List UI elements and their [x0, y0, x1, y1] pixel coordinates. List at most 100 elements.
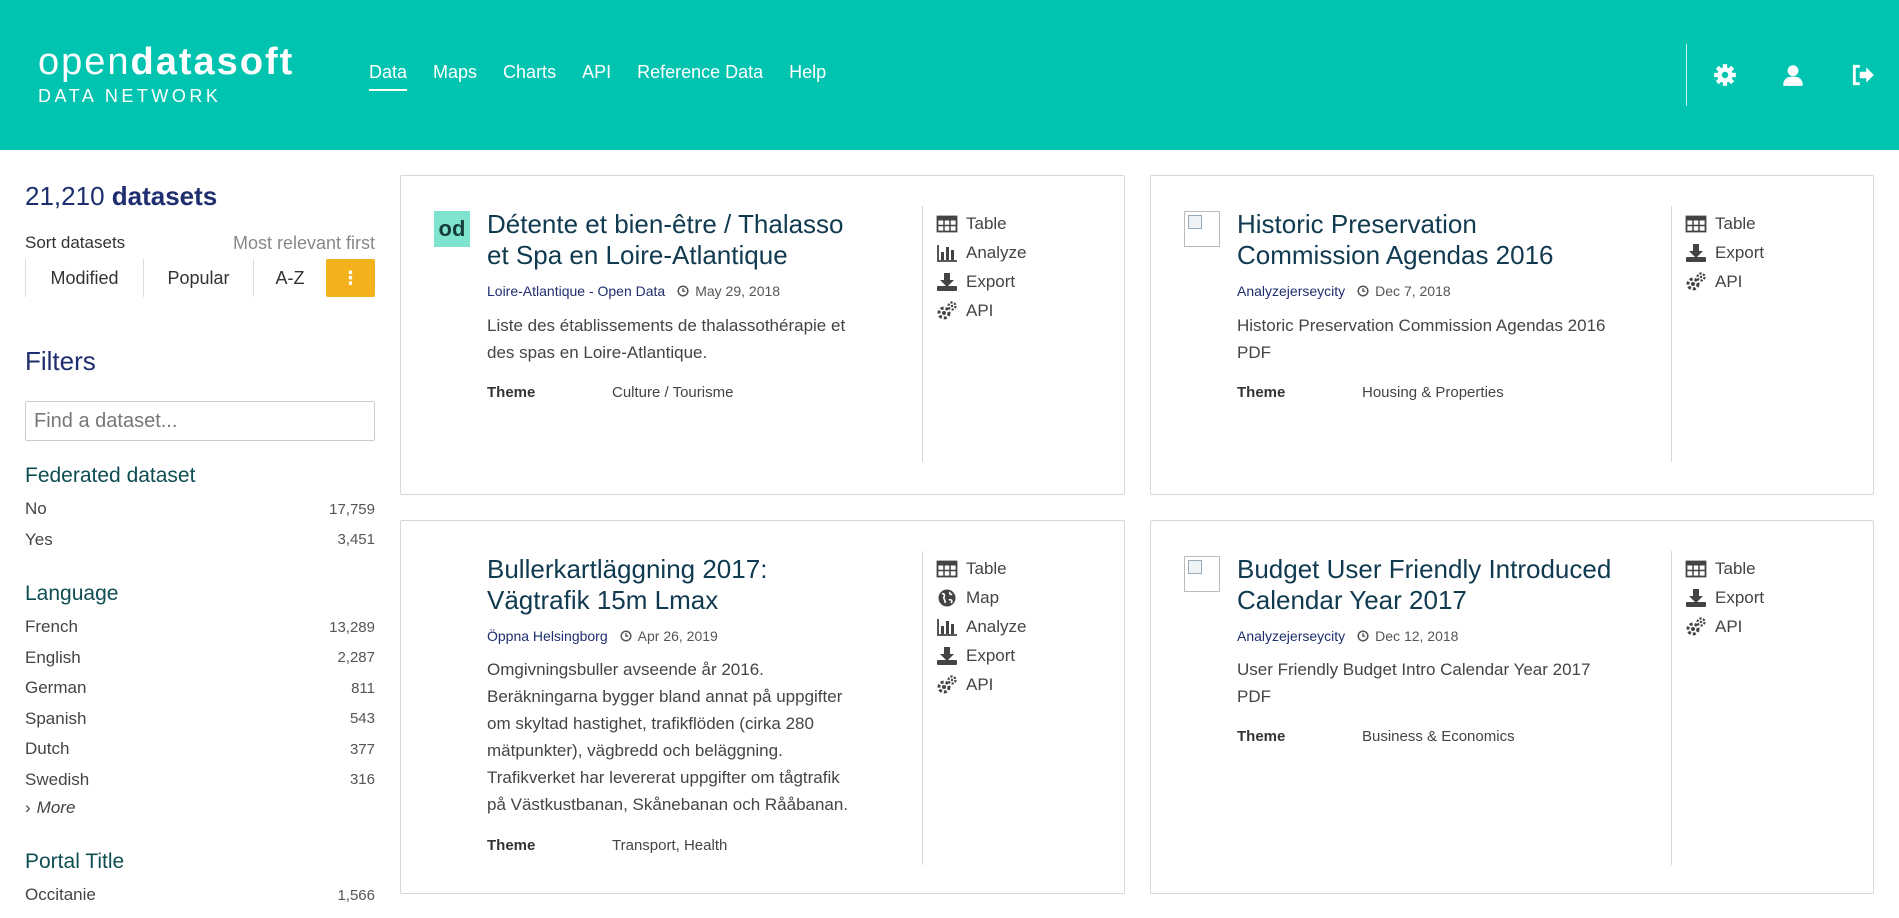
- action-export[interactable]: Export: [936, 641, 1026, 670]
- sort-current-value[interactable]: Most relevant first: [233, 233, 375, 254]
- cogs-icon: [1685, 272, 1707, 292]
- action-export[interactable]: Export: [1685, 238, 1764, 267]
- action-api[interactable]: API: [936, 670, 1026, 699]
- sort-az-button[interactable]: A-Z: [253, 259, 326, 297]
- dataset-title-line: Historic Preservation: [1237, 209, 1477, 239]
- dataset-count: 21,210 datasets: [25, 181, 217, 212]
- filter-item-label: English: [25, 647, 81, 667]
- filter-item[interactable]: German 811: [25, 673, 375, 704]
- dataset-description-line: Liste des établissements de thalassothér…: [487, 316, 846, 335]
- action-label: Table: [966, 213, 1007, 233]
- nav-data[interactable]: Data: [369, 62, 408, 91]
- nav-api[interactable]: API: [582, 62, 611, 91]
- filter-item[interactable]: Spanish 543: [25, 704, 375, 735]
- dataset-description-line: des spas en Loire-Atlantique.: [487, 343, 708, 362]
- dataset-publisher[interactable]: Analyzejerseycity: [1237, 628, 1345, 644]
- filter-item[interactable]: Yes 3,451: [25, 525, 375, 556]
- clock-icon: [620, 630, 632, 642]
- dataset-publisher[interactable]: Loire-Atlantique - Open Data: [487, 283, 665, 299]
- find-dataset-input[interactable]: [25, 401, 375, 441]
- dataset-title[interactable]: Détente et bien-être / Thalasso et Spa e…: [487, 209, 844, 271]
- theme-value[interactable]: Business & Economics: [1362, 728, 1515, 745]
- dataset-date: Dec 7, 2018: [1375, 283, 1451, 299]
- dataset-actions: Table Analyze Export API: [936, 209, 1026, 325]
- action-export[interactable]: Export: [1685, 583, 1764, 612]
- action-analyze[interactable]: Analyze: [936, 238, 1026, 267]
- dataset-description-line: PDF: [1237, 687, 1271, 706]
- theme-label: Theme: [487, 837, 536, 854]
- dataset-description-line: om skyltad hastighet, trafikflöden (cirk…: [487, 714, 814, 733]
- filter-item[interactable]: Dutch 377: [25, 734, 375, 765]
- filter-item[interactable]: No 17,759: [25, 494, 375, 525]
- sort-popular-button[interactable]: Popular: [143, 259, 253, 297]
- dataset-title[interactable]: Bullerkartläggning 2017: Vägtrafik 15m L…: [487, 554, 767, 616]
- filter-group-title[interactable]: Portal Title: [25, 850, 375, 874]
- filter-item[interactable]: English 2,287: [25, 643, 375, 674]
- header-divider: [1686, 44, 1687, 106]
- dataset-theme: Theme Transport, Health: [487, 837, 727, 854]
- action-export[interactable]: Export: [936, 267, 1026, 296]
- action-analyze[interactable]: Analyze: [936, 612, 1026, 641]
- cogs-icon: [1685, 617, 1707, 637]
- dataset-description-line: User Friendly Budget Intro Calendar Year…: [1237, 660, 1591, 679]
- action-table[interactable]: Table: [1685, 209, 1764, 238]
- dataset-theme: Theme Housing & Properties: [1237, 384, 1504, 401]
- gear-icon[interactable]: [1712, 62, 1738, 88]
- dataset-title[interactable]: Budget User Friendly Introduced Calendar…: [1237, 554, 1611, 616]
- dataset-title[interactable]: Historic Preservation Commission Agendas…: [1237, 209, 1554, 271]
- filter-group-federated: Federated dataset No 17,759 Yes 3,451: [25, 464, 375, 555]
- nav-charts[interactable]: Charts: [503, 62, 556, 91]
- dataset-date: Dec 12, 2018: [1375, 628, 1459, 644]
- dataset-card[interactable]: Bullerkartläggning 2017: Vägtrafik 15m L…: [400, 520, 1125, 894]
- theme-value[interactable]: Culture / Tourisme: [612, 384, 733, 401]
- dataset-card[interactable]: Historic Preservation Commission Agendas…: [1150, 175, 1874, 495]
- logo-light: open: [38, 41, 131, 83]
- dataset-publisher[interactable]: Öppna Helsingborg: [487, 628, 608, 644]
- filter-item[interactable]: Occitanie 1,566: [25, 880, 375, 911]
- sort-modified-button[interactable]: Modified: [25, 259, 143, 297]
- dataset-card[interactable]: Budget User Friendly Introduced Calendar…: [1150, 520, 1874, 894]
- nav-help[interactable]: Help: [789, 62, 826, 91]
- nav-reference-data[interactable]: Reference Data: [637, 62, 763, 91]
- action-api[interactable]: API: [1685, 612, 1764, 641]
- user-icon[interactable]: [1780, 62, 1806, 88]
- sort-label: Sort datasets: [25, 233, 126, 252]
- sort-more-options-button[interactable]: ⋮: [326, 259, 375, 297]
- filter-more-link[interactable]: › More: [25, 795, 375, 821]
- dataset-description: Liste des établissements de thalassothér…: [487, 312, 845, 366]
- dataset-publisher[interactable]: Analyzejerseycity: [1237, 283, 1345, 299]
- filter-item[interactable]: Swedish 316: [25, 765, 375, 796]
- cogs-icon: [936, 301, 958, 321]
- theme-value[interactable]: Transport, Health: [612, 837, 727, 854]
- filter-item-label: No: [25, 499, 47, 519]
- action-api[interactable]: API: [1685, 267, 1764, 296]
- action-table[interactable]: Table: [936, 209, 1026, 238]
- action-label: API: [966, 674, 994, 694]
- action-api[interactable]: API: [936, 296, 1026, 325]
- action-table[interactable]: Table: [936, 554, 1026, 583]
- dataset-card[interactable]: od Détente et bien-être / Thalasso et Sp…: [400, 175, 1125, 495]
- opendatasoft-logo[interactable]: opendatasoft DATA NETWORK: [38, 40, 294, 107]
- action-table[interactable]: Table: [1685, 554, 1764, 583]
- broken-image-icon: [1184, 556, 1220, 592]
- sign-out-icon[interactable]: [1850, 62, 1876, 88]
- dataset-meta: Öppna Helsingborg Apr 26, 2019: [487, 628, 718, 644]
- filter-item-label: Yes: [25, 529, 53, 549]
- filter-item[interactable]: French 13,289: [25, 612, 375, 643]
- action-map[interactable]: Map: [936, 583, 1026, 612]
- dataset-title-line: et Spa en Loire-Atlantique: [487, 240, 788, 270]
- dataset-thumbnail: od: [434, 211, 470, 247]
- nav-maps[interactable]: Maps: [433, 62, 477, 91]
- action-label: Export: [966, 271, 1016, 291]
- dataset-title-line: Commission Agendas 2016: [1237, 240, 1554, 270]
- dataset-title-line: Calendar Year 2017: [1237, 585, 1467, 615]
- theme-value[interactable]: Housing & Properties: [1362, 384, 1504, 401]
- card-divider: [1671, 551, 1672, 865]
- card-divider: [922, 206, 923, 462]
- card-divider: [1671, 206, 1672, 462]
- action-label: API: [1715, 616, 1743, 636]
- action-label: Map: [966, 587, 1000, 607]
- filter-group-title[interactable]: Language: [25, 582, 375, 606]
- filter-group-title[interactable]: Federated dataset: [25, 464, 375, 488]
- filter-item-label: German: [25, 678, 87, 698]
